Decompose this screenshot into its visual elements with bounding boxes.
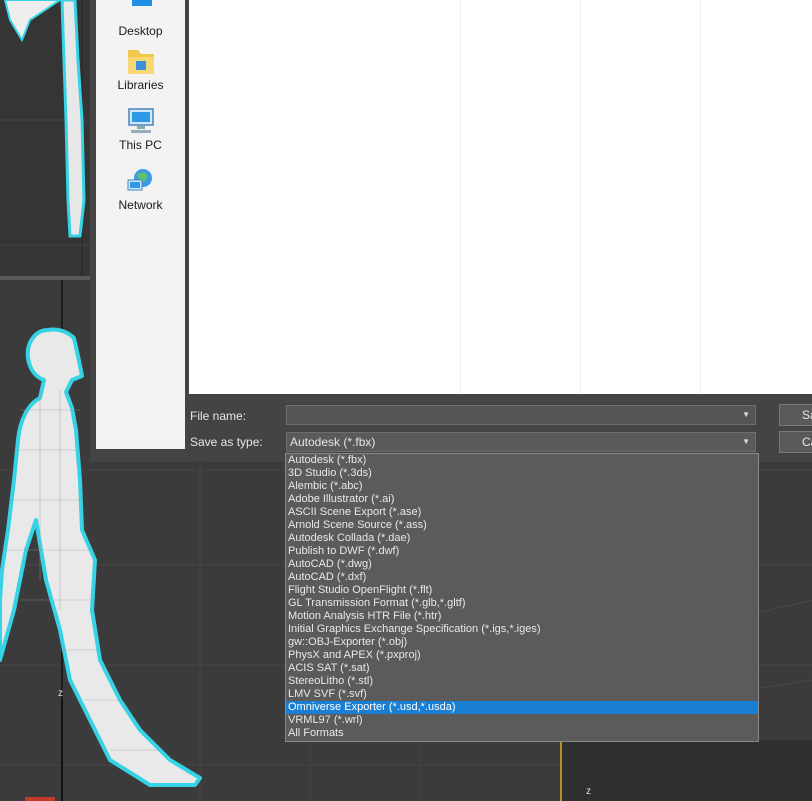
file-type-option[interactable]: LMV SVF (*.svf) [286,688,758,701]
chevron-down-icon[interactable]: ▼ [742,433,750,451]
cancel-button[interactable]: Ca [779,431,812,453]
viewport-divider [560,742,562,801]
file-type-option[interactable]: Alembic (*.abc) [286,480,758,493]
viewport-top-left[interactable] [0,0,90,276]
file-type-option[interactable]: Publish to DWF (*.dwf) [286,545,758,558]
save-dialog: Desktop Libraries This PC Network File n… [90,0,812,462]
place-label: Network [118,198,163,212]
file-type-option[interactable]: Initial Graphics Exchange Specification … [286,623,758,636]
file-type-option[interactable]: Omniverse Exporter (*.usd,*.usda) [286,701,758,714]
place-libraries[interactable]: Libraries [96,46,185,92]
save-button[interactable]: Sa [779,404,812,426]
file-type-option[interactable]: Flight Studio OpenFlight (*.flt) [286,584,758,597]
places-bar: Desktop Libraries This PC Network [96,0,185,449]
file-type-option[interactable]: Motion Analysis HTR File (*.htr) [286,610,758,623]
file-type-option[interactable]: 3D Studio (*.3ds) [286,467,758,480]
file-list[interactable] [189,0,812,394]
file-type-option[interactable]: Arnold Scene Source (*.ass) [286,519,758,532]
file-type-option[interactable]: All Formats [286,727,758,740]
save-as-type-value: Autodesk (*.fbx) [290,435,376,449]
file-name-label: File name: [190,409,247,423]
file-type-option[interactable]: Adobe Illustrator (*.ai) [286,493,758,506]
place-this-pc[interactable]: This PC [96,106,185,152]
place-label: Libraries [117,78,164,92]
file-type-option[interactable]: ASCII Scene Export (*.ase) [286,506,758,519]
axis-z-label: z [58,688,63,699]
file-type-option[interactable]: PhysX and APEX (*.pxproj) [286,649,758,662]
axis-x-marker [25,797,55,801]
place-label: Desktop [118,24,163,38]
chevron-down-icon[interactable]: ▼ [742,406,750,424]
network-icon [127,169,152,191]
place-network[interactable]: Network [96,166,185,212]
file-type-option[interactable]: GL Transmission Format (*.glb,*.gltf) [286,597,758,610]
file-type-option[interactable]: Autodesk (*.fbx) [286,454,758,467]
desktop-icon [131,0,152,6]
file-type-option[interactable]: AutoCAD (*.dxf) [286,571,758,584]
viewport-right-bottom[interactable] [560,740,812,801]
place-label: This PC [119,138,162,152]
file-type-option[interactable]: ACIS SAT (*.sat) [286,662,758,675]
file-type-dropdown[interactable]: Autodesk (*.fbx) 3D Studio (*.3ds) Alembic… [285,453,759,742]
libraries-icon [127,50,154,74]
file-name-input[interactable]: ▼ [286,405,756,425]
save-as-type-label: Save as type: [190,435,263,449]
file-type-option[interactable]: Autodesk Collada (*.dae) [286,532,758,545]
this-pc-icon [127,108,154,133]
place-desktop[interactable]: Desktop [96,0,185,38]
file-type-option[interactable]: VRML97 (*.wrl) [286,714,758,727]
axis-z-label-2: z [586,786,591,797]
file-type-option[interactable]: AutoCAD (*.dwg) [286,558,758,571]
file-type-option[interactable]: gw::OBJ-Exporter (*.obj) [286,636,758,649]
save-as-type-select[interactable]: Autodesk (*.fbx) ▼ [286,432,756,452]
file-type-option[interactable]: StereoLitho (*.stl) [286,675,758,688]
